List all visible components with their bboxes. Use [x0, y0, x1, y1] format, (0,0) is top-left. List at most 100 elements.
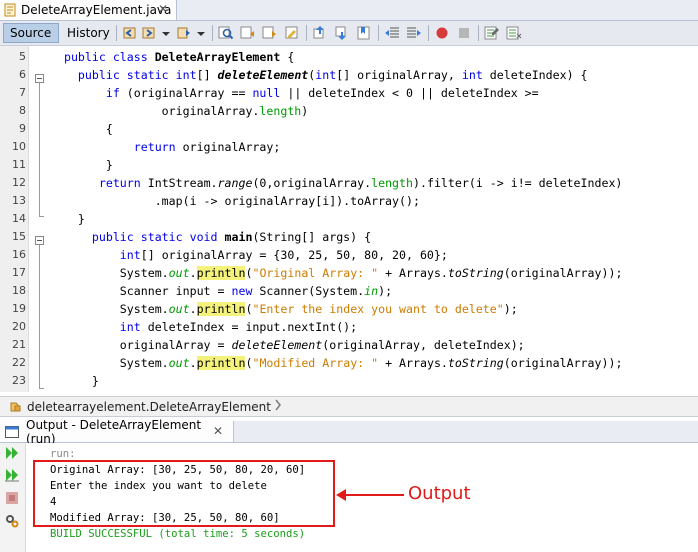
- annotation-label: Output: [408, 483, 471, 504]
- code-line[interactable]: 16 int[] originalArray = {30, 25, 50, 80…: [0, 246, 698, 264]
- source-tab[interactable]: Source: [3, 23, 59, 43]
- breadcrumb-item[interactable]: deletearrayelement.DeleteArrayElement: [27, 400, 271, 414]
- code-token: deleteElement: [217, 68, 309, 82]
- code-line[interactable]: 10 return originalArray;: [0, 138, 698, 156]
- code-token: System.: [50, 266, 169, 280]
- code-line[interactable]: 11 }: [0, 156, 698, 174]
- output-side-toolbar: [0, 443, 26, 552]
- search-icon[interactable]: [218, 25, 234, 41]
- code-text: originalArray.length): [50, 102, 309, 120]
- uncomment-icon[interactable]: [506, 25, 522, 41]
- line-number: 6: [19, 68, 26, 81]
- chevron-right-icon[interactable]: [274, 399, 282, 414]
- line-number: 18: [12, 284, 26, 297]
- code-line[interactable]: 17 System.out.println("Original Array: "…: [0, 264, 698, 282]
- stop-macro-icon[interactable]: [456, 25, 472, 41]
- rerun-icon[interactable]: [4, 445, 20, 461]
- code-token: out: [168, 356, 190, 370]
- editor-tab[interactable]: DeleteArrayElement.java ✕: [0, 0, 177, 20]
- code-token: range: [217, 176, 253, 190]
- code-line[interactable]: 8 originalArray.length): [0, 102, 698, 120]
- code-line[interactable]: 20 int deleteIndex = input.nextInt();: [0, 318, 698, 336]
- code-token: DeleteArrayElement: [154, 50, 281, 64]
- output-tab[interactable]: Output - DeleteArrayElement (run) ✕: [0, 418, 234, 446]
- toggle-highlight-icon[interactable]: [284, 25, 300, 41]
- line-number: 21: [12, 338, 26, 351]
- code-token: toString: [447, 356, 504, 370]
- output-highlight-box: [33, 460, 335, 527]
- code-line[interactable]: 18 Scanner input = new Scanner(System.in…: [0, 282, 698, 300]
- code-token: "Enter the index you want to delete": [252, 302, 504, 316]
- code-editor[interactable]: 5 public class DeleteArrayElement {6 pub…: [0, 46, 698, 392]
- history-tab[interactable]: History: [61, 23, 111, 43]
- prev-bookmark-icon[interactable]: [312, 25, 328, 41]
- settings-icon[interactable]: [4, 513, 20, 529]
- code-line[interactable]: 21 originalArray = deleteElement(origina…: [0, 336, 698, 354]
- code-text: Scanner input = new Scanner(System.in);: [50, 282, 392, 300]
- next-bookmark-icon[interactable]: [334, 25, 350, 41]
- code-token: || deleteIndex < 0 || deleteIndex >=: [280, 86, 539, 100]
- code-line[interactable]: 14 }: [0, 210, 698, 228]
- code-token: );: [503, 302, 518, 316]
- code-token: .: [189, 266, 197, 280]
- forward-nav-icon[interactable]: [176, 25, 192, 41]
- chevron-down-icon[interactable]: [160, 25, 172, 41]
- code-token: deleteIndex = input.nextInt();: [140, 320, 358, 334]
- line-number: 12: [12, 176, 26, 189]
- code-text: return IntStream.range(0,originalArray.l…: [50, 174, 623, 192]
- stop-icon[interactable]: [4, 490, 20, 506]
- output-window-icon: [5, 425, 19, 438]
- back-icon[interactable]: [122, 25, 138, 41]
- breadcrumb: deletearrayelement.DeleteArrayElement: [0, 396, 698, 417]
- forward-icon[interactable]: [141, 25, 157, 41]
- rerun-with-args-icon[interactable]: [4, 467, 20, 483]
- line-number: 5: [19, 50, 26, 63]
- toggle-bookmark-icon[interactable]: [356, 25, 372, 41]
- code-line[interactable]: 12 return IntStream.range(0,originalArra…: [0, 174, 698, 192]
- code-token: ).filter(i -> i!= deleteIndex): [413, 176, 623, 190]
- output-tab-strip: Output - DeleteArrayElement (run) ✕: [0, 418, 698, 446]
- code-token: length: [371, 176, 413, 190]
- start-macro-icon[interactable]: [434, 25, 450, 41]
- shift-left-icon[interactable]: [384, 25, 400, 41]
- code-token: + Arrays.: [378, 356, 448, 370]
- code-text: public static int[] deleteElement(int[] …: [50, 66, 588, 84]
- code-line[interactable]: 5 public class DeleteArrayElement {: [0, 48, 698, 66]
- close-icon[interactable]: ✕: [213, 424, 223, 438]
- next-occurrence-icon[interactable]: [262, 25, 278, 41]
- code-line[interactable]: 19 System.out.println("Enter the index y…: [0, 300, 698, 318]
- code-line[interactable]: 23 }: [0, 372, 698, 390]
- code-token: }: [50, 374, 99, 388]
- code-text: System.out.println("Modified Array: " + …: [50, 354, 622, 372]
- annotation-arrow-head: [336, 489, 346, 501]
- line-number: 23: [12, 374, 26, 387]
- prev-occurrence-icon[interactable]: [240, 25, 256, 41]
- code-line[interactable]: 13 .map(i -> originalArray[i]).toArray()…: [0, 192, 698, 210]
- chevron-down-icon[interactable]: [195, 25, 207, 41]
- code-token: out: [168, 302, 190, 316]
- code-token: }: [50, 158, 113, 172]
- code-token: if: [50, 86, 120, 100]
- code-line[interactable]: 15 public static void main(String[] args…: [0, 228, 698, 246]
- console-line: BUILD SUCCESSFUL (total time: 5 seconds): [50, 528, 306, 540]
- line-number: 10: [12, 140, 26, 153]
- close-icon[interactable]: ✕: [158, 2, 168, 16]
- code-token: .: [189, 302, 197, 316]
- code-token: (String[] args) {: [252, 230, 372, 244]
- code-line[interactable]: 6 public static int[] deleteElement(int[…: [0, 66, 698, 84]
- code-line[interactable]: 22 System.out.println("Modified Array: "…: [0, 354, 698, 372]
- toolbar-separator: [116, 25, 117, 41]
- comment-icon[interactable]: [484, 25, 500, 41]
- toolbar-separator: [428, 25, 429, 41]
- line-number: 16: [12, 248, 26, 261]
- code-line[interactable]: 9 {: [0, 120, 698, 138]
- code-token: int: [50, 248, 141, 262]
- code-token: "Modified Array: ": [252, 356, 379, 370]
- code-text: if (originalArray == null || deleteIndex…: [50, 84, 539, 102]
- shift-right-icon[interactable]: [406, 25, 422, 41]
- line-number: 17: [12, 266, 26, 279]
- code-line[interactable]: 7 if (originalArray == null || deleteInd…: [0, 84, 698, 102]
- code-text: {: [50, 120, 113, 138]
- line-number: 9: [19, 122, 26, 135]
- toolbar-separator: [306, 25, 307, 41]
